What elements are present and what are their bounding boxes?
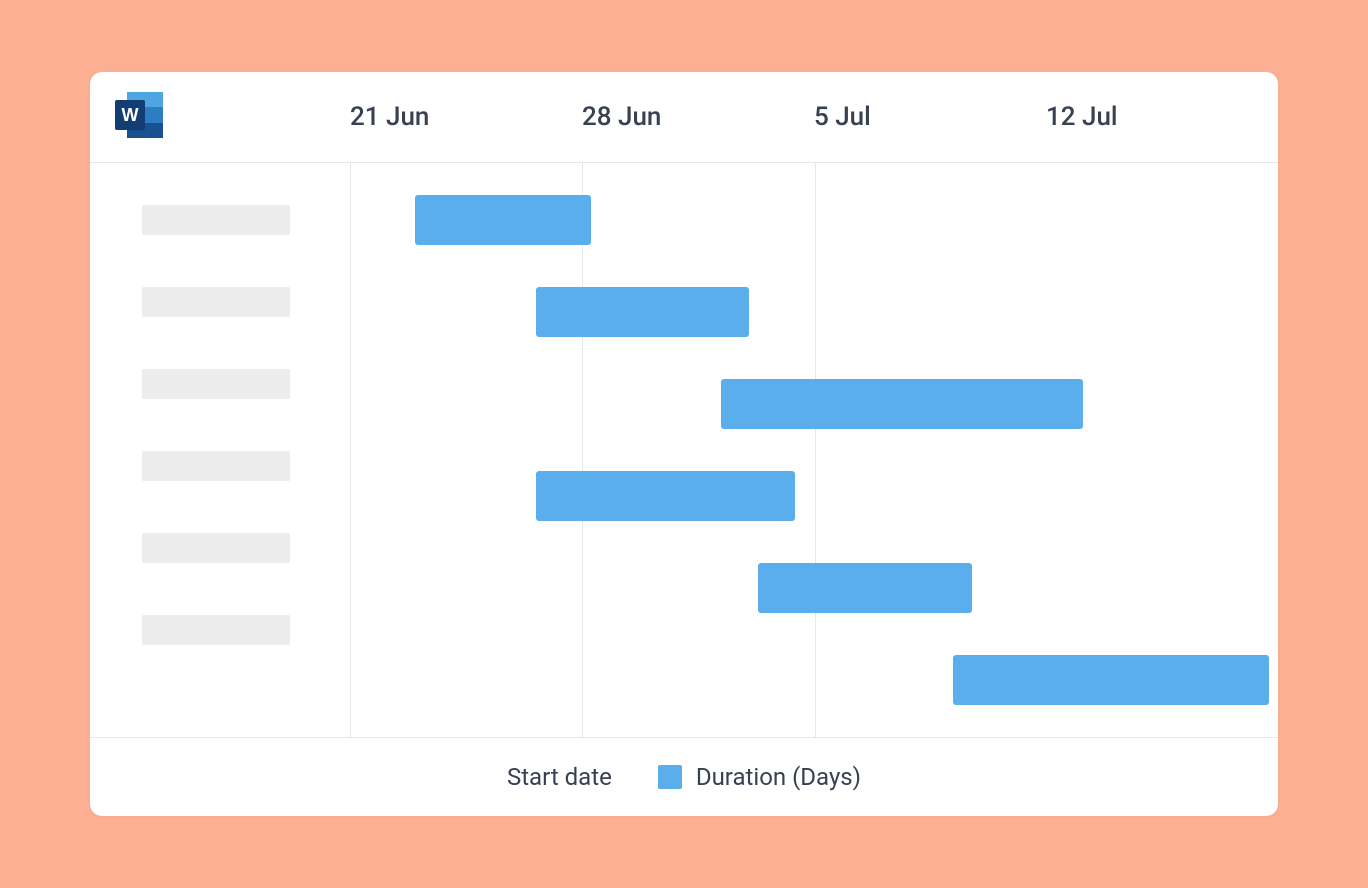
task-label-placeholder: [142, 451, 290, 481]
gantt-row: [350, 195, 1278, 245]
gantt-bar[interactable]: [758, 563, 971, 613]
task-label-placeholder: [142, 369, 290, 399]
word-icon: W: [110, 88, 168, 146]
gantt-row: [350, 379, 1278, 429]
gantt-row: [350, 287, 1278, 337]
gantt-bar[interactable]: [536, 287, 749, 337]
legend-label: Start date: [507, 763, 612, 791]
time-header: 5 Jul: [814, 102, 1046, 132]
gantt-rows: [350, 195, 1278, 705]
task-label-placeholder: [142, 615, 290, 645]
time-header: 12 Jul: [1046, 102, 1278, 132]
timeline-headers: 21 Jun 28 Jun 5 Jul 12 Jul: [350, 102, 1278, 132]
gantt-body: [90, 163, 1278, 737]
task-label-placeholder: [142, 533, 290, 563]
gantt-header: W 21 Jun 28 Jun 5 Jul 12 Jul: [90, 72, 1278, 163]
time-header: 28 Jun: [582, 102, 814, 132]
gantt-bar[interactable]: [721, 379, 1083, 429]
legend-label: Duration (Days): [696, 763, 861, 791]
time-header: 21 Jun: [350, 102, 582, 132]
gantt-card: W 21 Jun 28 Jun 5 Jul 12 Jul: [90, 72, 1278, 816]
legend-swatch: [658, 765, 682, 789]
gantt-bar[interactable]: [415, 195, 591, 245]
gantt-row: [350, 655, 1278, 705]
gantt-row: [350, 563, 1278, 613]
legend-start-date: Start date: [507, 763, 612, 791]
gantt-bar[interactable]: [953, 655, 1269, 705]
gantt-footer: Start date Duration (Days): [90, 737, 1278, 816]
task-sidebar: [90, 163, 350, 737]
task-label-placeholder: [142, 287, 290, 317]
legend-duration: Duration (Days): [658, 763, 861, 791]
gantt-row: [350, 471, 1278, 521]
gantt-bar[interactable]: [536, 471, 796, 521]
gantt-chart-area: [350, 163, 1278, 737]
svg-text:W: W: [122, 105, 139, 125]
task-label-placeholder: [142, 205, 290, 235]
app-icon-box: W: [90, 88, 350, 146]
